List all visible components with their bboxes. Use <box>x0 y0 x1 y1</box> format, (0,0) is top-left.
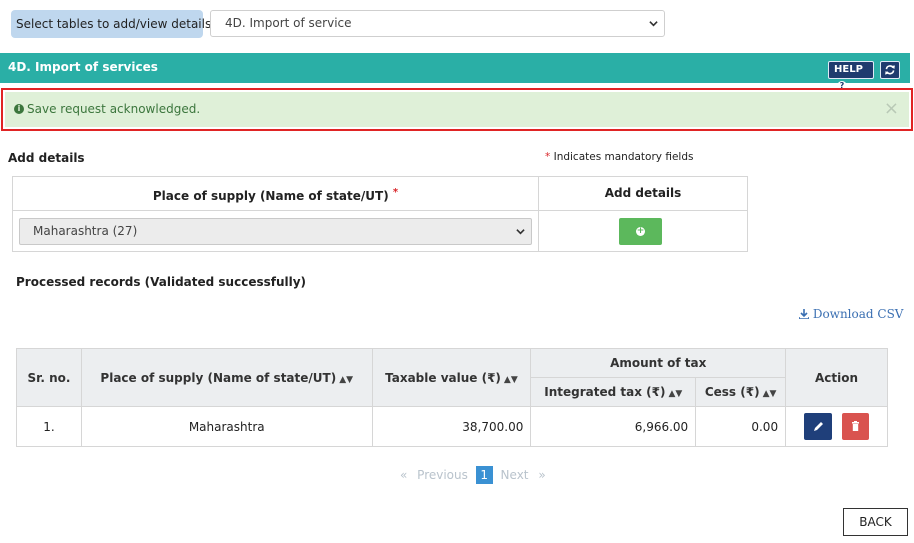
action-header: Action <box>785 348 888 407</box>
cess-header[interactable]: Cess (₹) ▲▼ <box>695 377 787 407</box>
table-selector-dropdown[interactable]: 4D. Import of service <box>210 10 665 37</box>
sr-no-header: Sr. no. <box>16 348 82 407</box>
mandatory-text: Indicates mandatory fields <box>553 151 694 163</box>
add-details-title: Add details <box>8 151 85 165</box>
alert-message: Save request acknowledged. <box>27 102 201 116</box>
place-header[interactable]: Place of supply (Name of state/UT) ▲▼ <box>80 348 373 407</box>
place-of-supply-value: Maharashtra (27) <box>33 224 138 238</box>
cell-place: Maharashtra <box>80 406 373 447</box>
cell-sr: 1. <box>16 406 82 447</box>
table-selector-value: 4D. Import of service <box>225 16 352 30</box>
add-details-table: Place of supply (Name of state/UT) * Add… <box>12 176 748 252</box>
cell-cess: 0.00 <box>695 406 787 447</box>
mandatory-star: * <box>545 151 551 163</box>
delete-button[interactable] <box>842 413 870 440</box>
processed-records-title: Processed records (Validated successfull… <box>16 275 307 289</box>
prev-arrow-icon[interactable]: « <box>400 468 407 482</box>
sort-icon: ▲▼ <box>668 389 683 399</box>
success-alert: i Save request acknowledged. × <box>5 92 909 127</box>
plus-icon: + <box>636 226 645 236</box>
close-icon[interactable]: × <box>884 98 899 119</box>
mandatory-note: * Indicates mandatory fields <box>545 151 693 163</box>
cell-taxable: 38,700.00 <box>371 406 532 447</box>
help-label: HELP <box>834 64 863 75</box>
back-button[interactable]: BACK <box>843 508 908 536</box>
table-row: 1. Maharashtra 38,700.00 6,966.00 0.00 <box>16 406 888 447</box>
next-arrow-icon[interactable]: » <box>538 468 545 482</box>
sort-icon: ▲▼ <box>503 374 518 385</box>
sort-icon: ▲▼ <box>762 389 777 399</box>
next-link[interactable]: Next <box>501 468 529 482</box>
place-of-supply-header: Place of supply (Name of state/UT) * <box>13 187 538 203</box>
taxable-value-header[interactable]: Taxable value (₹) ▲▼ <box>371 348 532 407</box>
processed-records-table: Sr. no. Place of supply (Name of state/U… <box>16 348 888 447</box>
page-1-button[interactable]: 1 <box>475 466 493 484</box>
previous-link[interactable]: Previous <box>417 468 468 482</box>
place-of-supply-select[interactable]: Maharashtra (27) <box>19 218 532 245</box>
section-title: 4D. Import of services <box>8 60 158 74</box>
pagination: « Previous 1 Next » <box>400 466 546 484</box>
trash-icon <box>852 421 860 431</box>
chevron-down-icon <box>516 229 525 235</box>
download-csv-label: Download CSV <box>812 307 904 321</box>
refresh-icon <box>885 65 895 75</box>
integrated-tax-header[interactable]: Integrated tax (₹) ▲▼ <box>530 377 697 407</box>
place-of-supply-header-label: Place of supply (Name of state/UT) <box>152 189 389 203</box>
pencil-icon <box>814 422 824 431</box>
add-details-header: Add details <box>604 186 682 200</box>
required-star: * <box>392 187 399 198</box>
download-csv-link[interactable]: Download CSV <box>798 307 904 321</box>
info-icon: i <box>14 104 24 114</box>
cell-igst: 6,966.00 <box>530 406 697 447</box>
refresh-button[interactable] <box>880 61 900 79</box>
edit-button[interactable] <box>804 413 833 440</box>
add-button[interactable]: + <box>619 218 662 245</box>
sort-icon: ▲▼ <box>339 374 354 385</box>
section-header: 4D. Import of services HELP? <box>0 53 910 91</box>
table-selector-label: Select tables to add/view details <box>11 10 211 38</box>
chevron-down-icon <box>649 21 658 27</box>
download-icon <box>798 309 810 320</box>
cell-action <box>785 406 888 447</box>
alert-highlight: i Save request acknowledged. × <box>1 88 913 131</box>
help-button[interactable]: HELP? <box>828 61 874 91</box>
amount-of-tax-header: Amount of tax <box>530 348 787 378</box>
